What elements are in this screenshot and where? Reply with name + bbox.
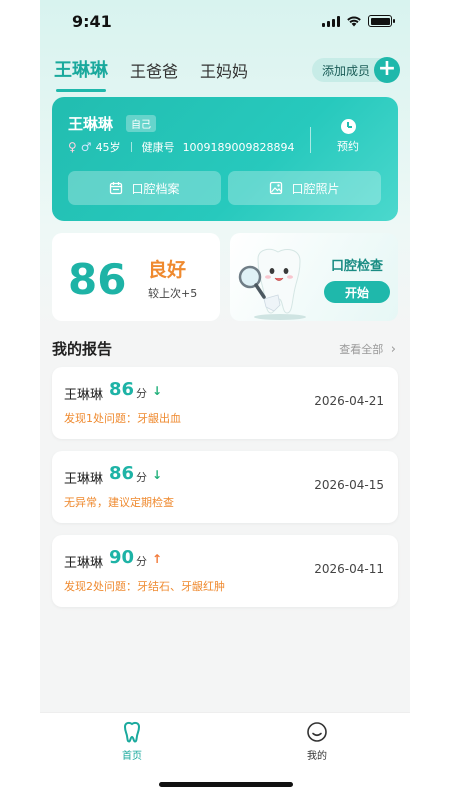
view-all-label: 查看全部 [339, 343, 384, 356]
report-note: 发现2处问题：牙结石、牙龈红肿 [64, 580, 225, 593]
report-note: 无异常，建议定期检查 [64, 496, 174, 509]
profile-self-badge: 自己 [126, 115, 156, 132]
oral-check-card[interactable]: 口腔检查 开始 [230, 233, 398, 321]
tab-member-2[interactable]: 王爸爸 [130, 58, 178, 82]
calendar-icon [110, 182, 123, 195]
tooth-mascot-icon [238, 248, 306, 320]
health-no: 1009189009828894 [182, 140, 295, 154]
status-icons [322, 15, 395, 27]
image-icon [270, 181, 283, 195]
report-unit: 分 [136, 471, 147, 484]
report-score: 86 [109, 463, 135, 484]
app-screen: 9:41 王琳琳 王爸爸 王妈妈 添加成员 + 王琳琳 自己 ♀ ♂ 45岁 健… [40, 0, 410, 800]
report-unit: 分 [136, 387, 147, 400]
status-bar: 9:41 [40, 0, 410, 44]
report-card[interactable]: 王琳琳 90 分 ↑ 2026-04-11 发现2处问题：牙结石、牙龈红肿 [52, 535, 398, 607]
dental-records-button[interactable]: 口腔档案 [68, 171, 221, 205]
nav-mine[interactable]: 我的 [292, 721, 342, 762]
dental-photos-label: 口腔照片 [291, 181, 340, 196]
score-value: 86 [68, 255, 127, 304]
appointment-label: 预约 [337, 140, 359, 153]
add-member-button[interactable]: 添加成员 + [311, 57, 400, 83]
score-level: 良好 [148, 259, 187, 281]
report-date: 2026-04-11 [314, 562, 384, 576]
health-no-label: 健康号 [141, 141, 175, 154]
member-tabs: 王琳琳 王爸爸 王妈妈 [54, 56, 248, 92]
profile-info-row: ♀ ♂ 45岁 健康号 1009189009828894 [68, 139, 295, 155]
male-icon: ♂ [80, 140, 92, 154]
report-card[interactable]: 王琳琳 86 分 ↓ 2026-04-15 无异常，建议定期检查 [52, 451, 398, 523]
report-score: 90 [109, 547, 135, 568]
vertical-divider [310, 127, 311, 153]
arrow-up-icon: ↑ [152, 552, 163, 566]
nav-home-label: 首页 [122, 751, 142, 762]
report-name: 王琳琳 [64, 472, 104, 487]
profile-age: 45岁 [95, 141, 121, 154]
female-icon: ♀ [68, 140, 77, 154]
start-check-button[interactable]: 开始 [324, 281, 390, 303]
report-note: 发现1处问题：牙龈出血 [64, 412, 181, 425]
dental-photos-button[interactable]: 口腔照片 [228, 171, 381, 205]
view-all-link[interactable]: 查看全部 › [339, 341, 396, 357]
report-card[interactable]: 王琳琳 86 分 ↓ 2026-04-21 发现1处问题：牙龈出血 [52, 367, 398, 439]
dental-records-label: 口腔档案 [131, 181, 180, 196]
report-score: 86 [109, 379, 135, 400]
report-unit: 分 [136, 555, 147, 568]
appointment-button[interactable]: 预约 [328, 119, 368, 154]
report-name: 王琳琳 [64, 556, 104, 571]
divider [130, 142, 132, 152]
smiley-icon [307, 722, 327, 742]
tab-member-3[interactable]: 王妈妈 [200, 58, 248, 82]
add-member-label: 添加成员 [321, 63, 370, 78]
nav-home[interactable]: 首页 [107, 721, 157, 762]
home-indicator [159, 782, 293, 787]
score-compare: 较上次+5 [148, 287, 198, 300]
arrow-down-icon: ↓ [152, 384, 163, 398]
profile-card: 王琳琳 自己 ♀ ♂ 45岁 健康号 1009189009828894 预约 口… [52, 97, 398, 221]
signal-icon [322, 15, 340, 27]
battery-icon [368, 15, 395, 27]
score-card[interactable]: 86 良好 较上次+5 [52, 233, 220, 321]
status-time: 9:41 [72, 12, 112, 31]
profile-name: 王琳琳 [68, 115, 114, 133]
report-date: 2026-04-21 [314, 394, 384, 408]
chevron-right-icon: › [390, 342, 396, 357]
report-date: 2026-04-15 [314, 478, 384, 492]
wifi-icon [347, 16, 361, 27]
oral-check-title: 口腔检查 [331, 259, 384, 274]
nav-mine-label: 我的 [307, 751, 327, 762]
tab-member-1[interactable]: 王琳琳 [54, 56, 108, 92]
clock-icon [340, 119, 356, 134]
plus-icon: + [374, 57, 400, 83]
arrow-down-icon: ↓ [152, 468, 163, 482]
tooth-icon [123, 721, 141, 743]
report-name: 王琳琳 [64, 388, 104, 403]
reports-title: 我的报告 [52, 340, 113, 358]
